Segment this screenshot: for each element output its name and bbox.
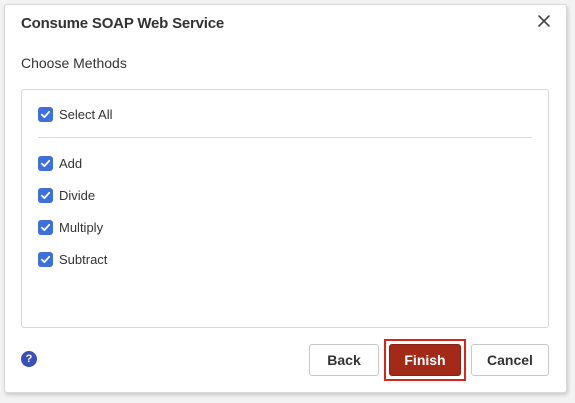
back-button[interactable]: Back <box>309 344 379 376</box>
close-icon[interactable] <box>536 13 552 29</box>
method-checkbox-subtract[interactable]: Subtract <box>38 251 107 267</box>
checkbox-checked-icon[interactable] <box>38 187 53 203</box>
checkbox-checked-icon[interactable] <box>38 251 53 267</box>
help-icon[interactable]: ? <box>21 351 37 367</box>
method-label: Multiply <box>59 219 104 235</box>
method-checkbox-add[interactable]: Add <box>38 155 82 171</box>
choose-methods-heading: Choose Methods <box>21 55 127 71</box>
select-all-label: Select All <box>59 106 113 122</box>
method-checkbox-multiply[interactable]: Multiply <box>38 219 103 235</box>
cancel-button[interactable]: Cancel <box>471 344 549 376</box>
checkbox-checked-icon[interactable] <box>38 106 53 122</box>
methods-panel: Select All Add Divide Multiply Subtract <box>21 89 549 328</box>
select-all-checkbox[interactable]: Select All <box>38 106 112 122</box>
method-checkbox-divide[interactable]: Divide <box>38 187 95 203</box>
method-label: Subtract <box>59 251 108 267</box>
checkbox-checked-icon[interactable] <box>38 219 53 235</box>
method-label: Add <box>59 155 83 171</box>
checkbox-checked-icon[interactable] <box>38 155 53 171</box>
method-label: Divide <box>59 187 96 203</box>
dialog-title: Consume SOAP Web Service <box>21 15 225 32</box>
finish-button[interactable]: Finish <box>389 344 461 376</box>
consume-soap-dialog: Consume SOAP Web Service Choose Methods … <box>4 4 567 393</box>
divider <box>38 137 532 138</box>
